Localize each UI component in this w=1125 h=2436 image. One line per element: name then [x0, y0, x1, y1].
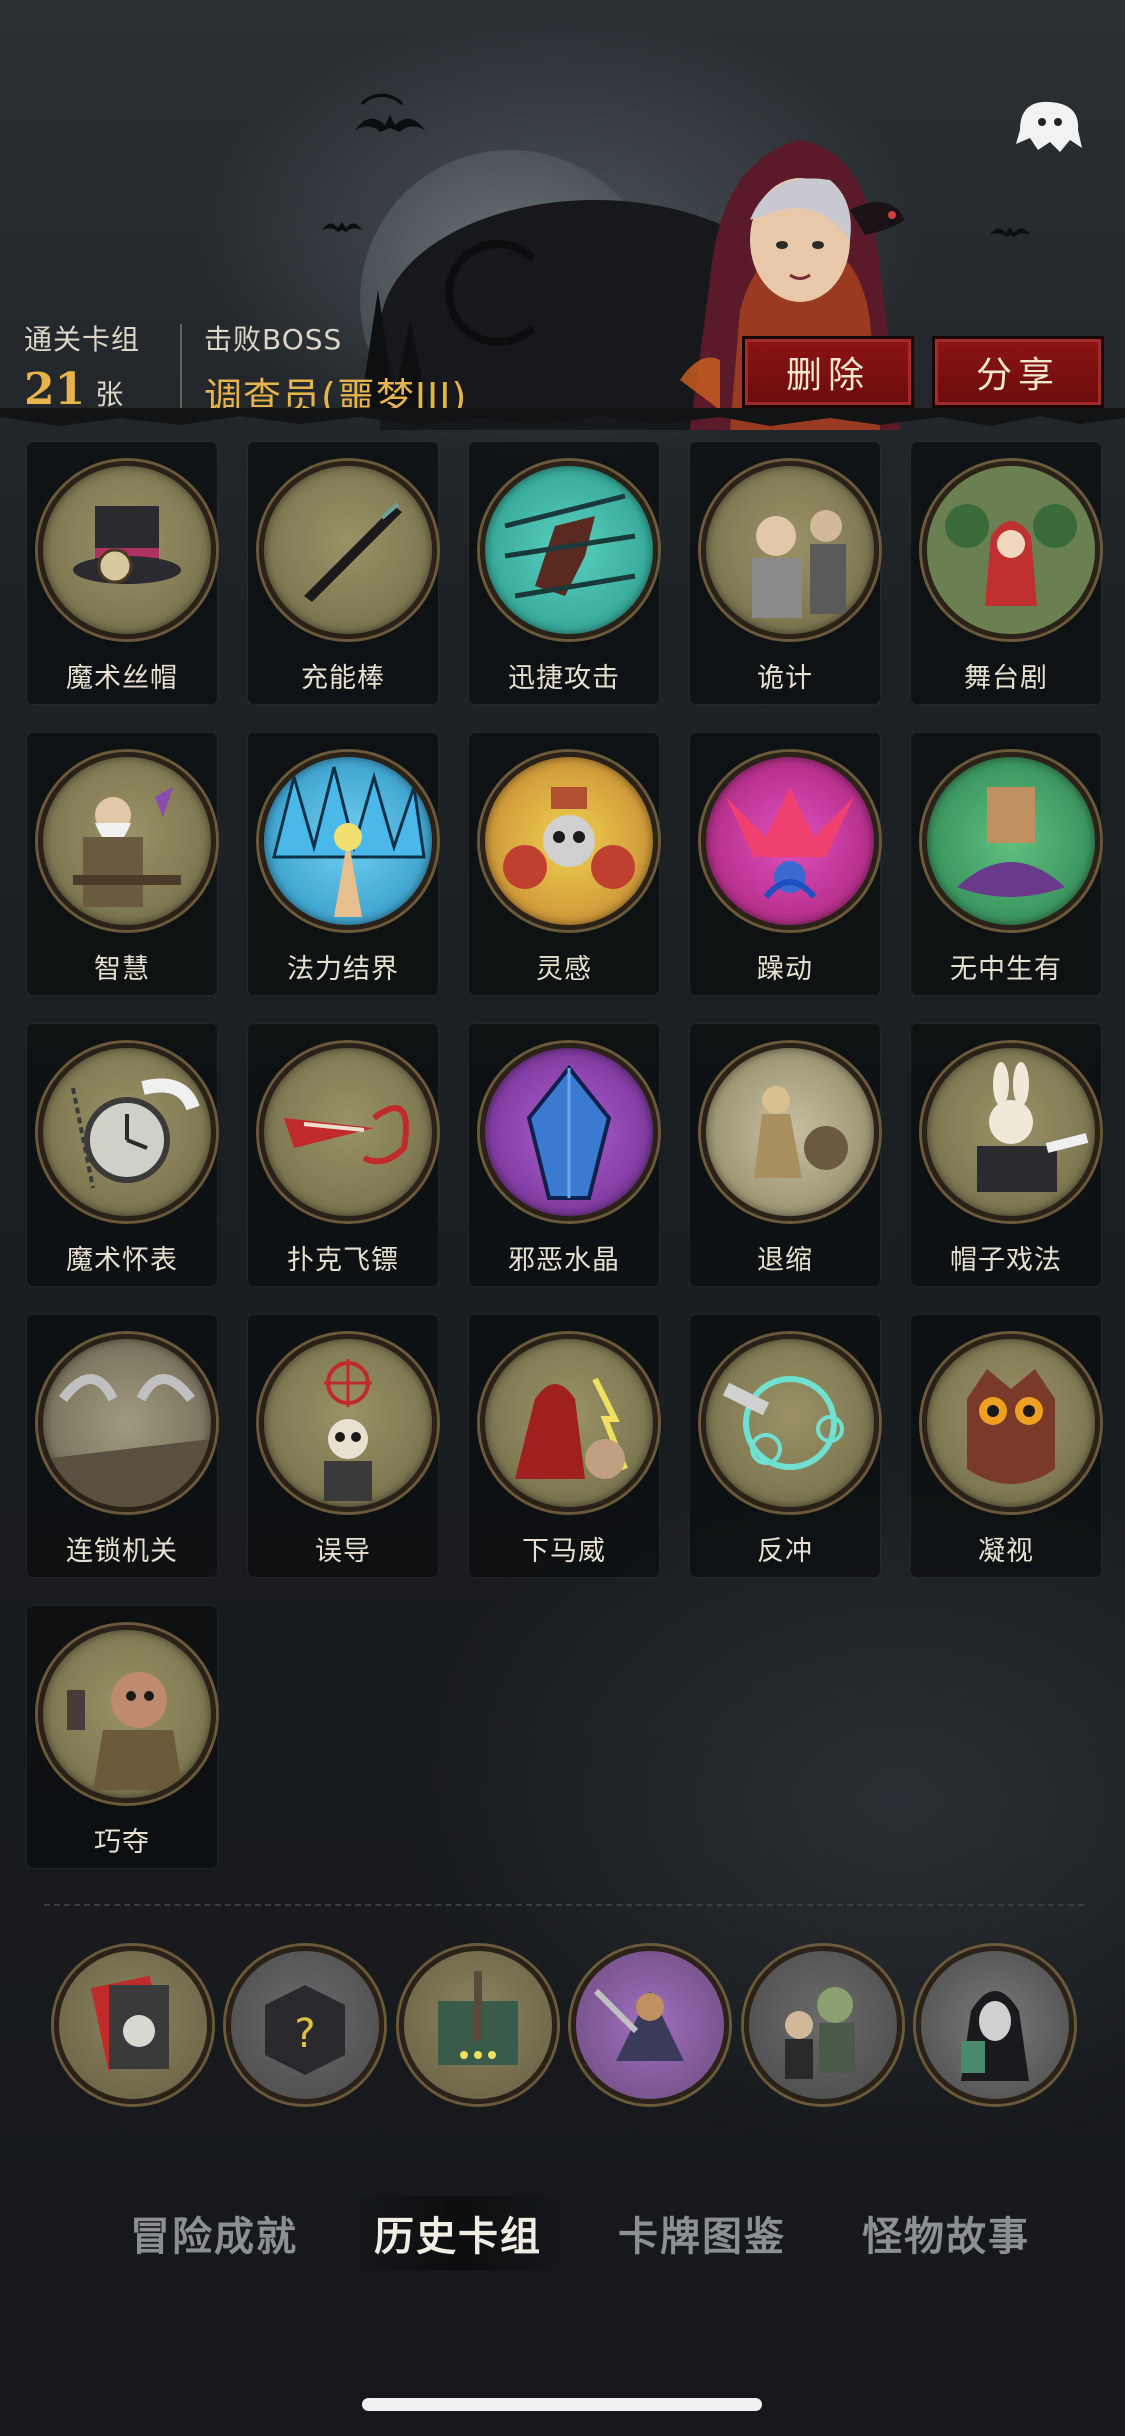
stat-divider	[180, 324, 183, 412]
card-label: 下马威	[522, 1536, 606, 1567]
ghost-icon[interactable]	[1010, 90, 1090, 160]
conjure-icon	[922, 752, 1100, 930]
cleared-decks-unit: 张	[95, 378, 124, 411]
restless-icon	[701, 752, 879, 930]
header-banner: ⌒ 通关卡组 21 张 击败BOSS 调查员(噩梦III) 删除 分享	[0, 0, 1125, 430]
card-tile[interactable]: 帽子戏法	[911, 1024, 1101, 1286]
bat-icon	[990, 227, 1030, 237]
recoil-icon	[701, 1334, 879, 1512]
tab-history-decks[interactable]: 历史卡组	[344, 2196, 572, 2270]
svg-text:?: ?	[295, 2011, 316, 2057]
deck-card-grid: 魔术丝帽 充能棒 迅捷攻击 诡计 舞台剧 智慧 法力结界 灵感 躁动 无中生有 …	[27, 442, 1101, 1868]
card-label: 无中生有	[950, 954, 1062, 985]
card-label: 退缩	[757, 1245, 813, 1276]
card-tile[interactable]: 迅捷攻击	[469, 442, 659, 704]
card-tile[interactable]: 凝视	[911, 1315, 1101, 1577]
card-label: 舞台剧	[964, 663, 1048, 694]
collection-icons-row: ?	[54, 1946, 1074, 2104]
delete-button[interactable]: 删除	[742, 336, 914, 408]
sword-banner-icon[interactable]	[398, 1946, 557, 2104]
share-button[interactable]: 分享	[932, 336, 1104, 408]
card-label: 躁动	[757, 954, 813, 985]
card-label: 邪恶水晶	[508, 1245, 620, 1276]
wand-icon	[259, 461, 437, 639]
card-label: 魔术丝帽	[66, 663, 178, 694]
card-tile[interactable]: 巧夺	[27, 1606, 217, 1868]
torn-edge-decoration	[0, 408, 1125, 426]
bat-icon	[355, 115, 425, 132]
card-label: 巧夺	[94, 1827, 150, 1858]
gaze-icon	[922, 1334, 1100, 1512]
intimidate-icon	[480, 1334, 658, 1512]
cleared-decks-stat: 通关卡组 21 张	[24, 318, 140, 415]
card-skull-icon[interactable]	[54, 1946, 212, 2104]
card-label: 充能棒	[301, 663, 385, 694]
card-tile[interactable]: 邪恶水晶	[469, 1024, 659, 1286]
card-label: 连锁机关	[66, 1536, 178, 1567]
card-label: 诡计	[757, 663, 813, 694]
card-tile[interactable]: 反冲	[690, 1315, 880, 1577]
card-tile[interactable]: 连锁机关	[27, 1315, 217, 1577]
swift-attack-icon	[480, 461, 658, 639]
card-tile[interactable]: 误导	[248, 1315, 438, 1577]
evil-crystal-icon	[480, 1043, 658, 1221]
card-label: 误导	[315, 1536, 371, 1567]
card-tile[interactable]: 扑克飞镖	[248, 1024, 438, 1286]
card-tile[interactable]: 诡计	[690, 442, 880, 704]
cleared-decks-label: 通关卡组	[24, 323, 141, 356]
card-tile[interactable]: 下马威	[469, 1315, 659, 1577]
card-label: 帽子戏法	[950, 1245, 1062, 1276]
snatch-icon	[38, 1625, 216, 1803]
deck-stats: 通关卡组 21 张 击败BOSS 调查员(噩梦III)	[24, 318, 467, 421]
card-label: 反冲	[757, 1536, 813, 1567]
card-tile[interactable]: 魔术怀表	[27, 1024, 217, 1286]
card-label: 凝视	[978, 1536, 1034, 1567]
mana-barrier-icon	[259, 752, 437, 930]
card-label: 智慧	[94, 954, 150, 985]
bat-icon	[322, 222, 362, 232]
card-label: 迅捷攻击	[508, 663, 620, 694]
card-tile[interactable]: 灵感	[469, 733, 659, 995]
card-label: 扑克飞镖	[287, 1245, 399, 1276]
card-tile[interactable]: 智慧	[27, 733, 217, 995]
top-hat-icon	[38, 461, 216, 639]
tab-card-compendium[interactable]: 卡牌图鉴	[588, 2196, 816, 2270]
card-label: 灵感	[536, 954, 592, 985]
card-tile[interactable]: 退缩	[690, 1024, 880, 1286]
card-tile[interactable]: 法力结界	[248, 733, 438, 995]
tab-adventure-achievements[interactable]: 冒险成就	[100, 2196, 328, 2270]
card-tile[interactable]: 无中生有	[911, 733, 1101, 995]
section-divider	[44, 1904, 1084, 1906]
pocket-watch-icon	[38, 1043, 216, 1221]
tab-monster-stories[interactable]: 怪物故事	[832, 2196, 1060, 2270]
card-label: 魔术怀表	[66, 1245, 178, 1276]
card-tile[interactable]: 充能棒	[248, 442, 438, 704]
trickery-icon	[701, 461, 879, 639]
wisdom-icon	[38, 752, 216, 930]
stage-play-icon	[922, 461, 1100, 639]
misdirect-icon	[259, 1334, 437, 1512]
mystery-box-icon[interactable]: ?	[226, 1946, 385, 2104]
home-indicator[interactable]	[362, 2398, 762, 2411]
card-tile[interactable]: 魔术丝帽	[27, 442, 217, 704]
card-dart-icon	[259, 1043, 437, 1221]
defeated-boss-stat: 击败BOSS 调查员(噩梦III)	[204, 318, 467, 421]
card-label: 法力结界	[287, 954, 399, 985]
hat-trick-icon	[922, 1043, 1100, 1221]
bottom-tab-bar: 冒险成就 历史卡组 卡牌图鉴 怪物故事	[100, 2196, 1060, 2270]
chain-trap-icon	[38, 1334, 216, 1512]
defeated-boss-label: 击败BOSS	[204, 323, 343, 356]
hooded-figure-icon[interactable]	[915, 1946, 1074, 2104]
warrior-icon[interactable]	[571, 1946, 730, 2104]
zombie-icon[interactable]	[743, 1946, 902, 2104]
card-tile[interactable]: 躁动	[690, 733, 880, 995]
inspiration-icon	[480, 752, 658, 930]
card-tile[interactable]: 舞台剧	[911, 442, 1101, 704]
retreat-icon	[701, 1043, 879, 1221]
